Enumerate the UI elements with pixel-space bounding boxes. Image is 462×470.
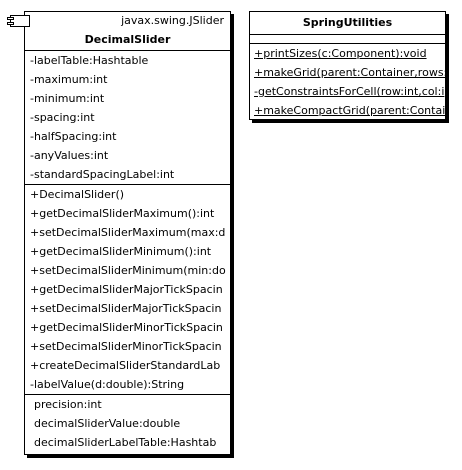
attribute-item: -maximum:int <box>30 73 108 86</box>
properties-compartment: precision:int decimalSliderValue:double … <box>25 394 230 452</box>
attributes-compartment <box>250 34 445 43</box>
operation-item: +setDecimalSliderMinimum(min:do <box>30 264 226 277</box>
operation-item: +createDecimalSliderStandardLab <box>30 359 221 372</box>
operation-item: +getDecimalSliderMinimum():int <box>30 245 212 258</box>
operation-item: -getConstraintsForCell(row:int,col:i <box>254 85 445 98</box>
attribute-item: -standardSpacingLabel:int <box>30 168 175 181</box>
operation-item: +makeGrid(parent:Container,rows: <box>254 66 445 79</box>
attributes-compartment: -labelTable:Hashtable -maximum:int -mini… <box>25 50 230 184</box>
superclass-label: javax.swing.JSlider <box>121 14 224 27</box>
operation-item: +setDecimalSliderMinorTickSpacin <box>30 340 222 353</box>
operation-item: -labelValue(d:double):String <box>30 378 185 391</box>
operations-compartment: +DecimalSlider() +getDecimalSliderMaximu… <box>25 184 230 394</box>
attribute-item: -minimum:int <box>30 92 105 105</box>
operation-item: +DecimalSlider() <box>30 188 125 201</box>
attribute-item: -halfSpacing:int <box>30 130 117 143</box>
property-item: precision:int <box>34 398 102 411</box>
attribute-item: -spacing:int <box>30 111 95 124</box>
class-header: javax.swing.JSlider DecimalSlider <box>25 12 230 50</box>
class-name: DecimalSlider <box>84 33 171 46</box>
attribute-item: -anyValues:int <box>30 149 109 162</box>
property-item: decimalSliderLabelTable:Hashtab <box>34 436 217 449</box>
operation-item: +setDecimalSliderMaximum(max:d <box>30 226 226 239</box>
class-name: SpringUtilities <box>302 16 393 29</box>
operation-item: +getDecimalSliderMaximum():int <box>30 207 215 220</box>
operation-item: +getDecimalSliderMajorTickSpacin <box>30 283 223 296</box>
component-icon-tab-top <box>7 17 14 20</box>
operation-item: +getDecimalSliderMinorTickSpacin <box>30 321 223 334</box>
spring-utilities-class[interactable]: SpringUtilities +printSizes(c:Component)… <box>249 11 446 120</box>
attribute-item: -labelTable:Hashtable <box>30 54 149 67</box>
operations-compartment: +printSizes(c:Component):void +makeGrid(… <box>250 43 445 120</box>
component-icon-tab-bottom <box>7 22 14 25</box>
operation-item: +setDecimalSliderMajorTickSpacin <box>30 302 222 315</box>
property-item: decimalSliderValue:double <box>34 417 181 430</box>
decimal-slider-class[interactable]: javax.swing.JSlider DecimalSlider -label… <box>7 11 231 455</box>
operation-item: +makeCompactGrid(parent:Contai <box>254 104 445 117</box>
operation-item: +printSizes(c:Component):void <box>254 47 427 60</box>
